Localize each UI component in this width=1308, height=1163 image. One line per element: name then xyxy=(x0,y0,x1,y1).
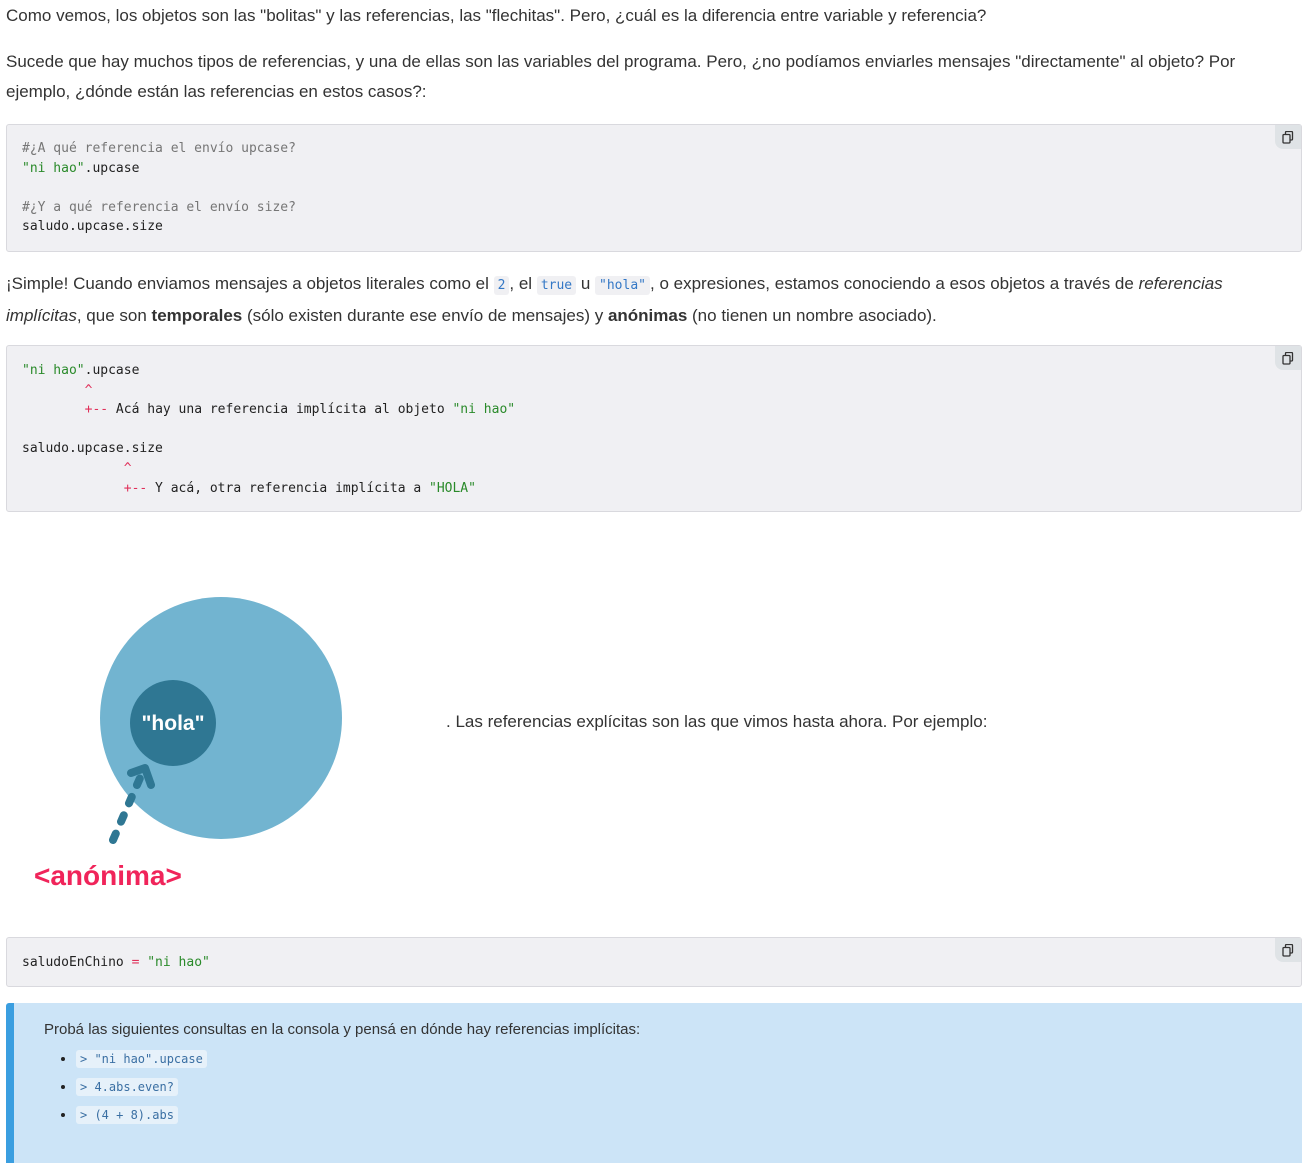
text: , o expresiones, estamos conociendo a es… xyxy=(650,274,1139,293)
code-content: #¿A qué referencia el envío upcase? "ni … xyxy=(22,139,1286,237)
list-item: > "ni hao".upcase xyxy=(76,1045,1302,1073)
code-caret: ^ xyxy=(84,382,93,398)
code-string: "ni hao" xyxy=(22,363,85,378)
code-block-3: saludoEnChino = "ni hao" xyxy=(6,937,1302,987)
inline-code: "hola" xyxy=(595,276,650,295)
paragraph-intro: Como vemos, los objetos son las "bolitas… xyxy=(6,6,987,25)
code-content: saludoEnChino = "ni hao" xyxy=(22,953,1286,973)
copy-icon xyxy=(1282,351,1294,365)
code-note: Acá hay una referencia implícita al obje… xyxy=(108,402,453,418)
reference-diagram: "hola" <anónima> xyxy=(34,597,342,891)
console-query[interactable]: > "ni hao".upcase xyxy=(76,1050,207,1068)
code-method: .upcase xyxy=(84,363,140,378)
console-query[interactable]: > 4.abs.even? xyxy=(76,1078,178,1096)
hola-label: "hola" xyxy=(141,712,204,735)
code-string: "HOLA" xyxy=(429,480,476,496)
code-string: "ni hao" xyxy=(22,160,85,176)
text: (no tienen un nombre asociado). xyxy=(687,306,937,325)
code-caret: ^ xyxy=(123,460,132,476)
paragraph-question: Sucede que hay muchos tipos de referenci… xyxy=(6,52,1236,101)
code-block-2: "ni hao".upcase ^ +-- Acá hay una refere… xyxy=(6,345,1302,512)
console-query[interactable]: > (4 + 8).abs xyxy=(76,1106,178,1124)
code-comment: #¿Y a qué referencia el envío size? xyxy=(22,199,296,215)
list-item: > (4 + 8).abs xyxy=(76,1101,1302,1129)
text: , el xyxy=(509,274,537,293)
text: , que son xyxy=(76,306,152,325)
code-string: "ni hao" xyxy=(147,955,210,970)
exercise-callout: Probá las siguientes consultas en la con… xyxy=(6,1003,1302,1163)
code-block-1: #¿A qué referencia el envío upcase? "ni … xyxy=(6,124,1302,252)
query-list: > "ni hao".upcase > 4.abs.even? > (4 + 8… xyxy=(44,1045,1302,1129)
paragraph-explicit: . Las referencias explícitas son las que… xyxy=(446,712,988,731)
code-note: Y acá, otra referencia implícita a xyxy=(147,480,429,496)
code-method: .upcase xyxy=(84,160,140,176)
code-operator: = xyxy=(123,955,148,970)
text: ¡Simple! Cuando enviamos mensajes a obje… xyxy=(6,274,494,293)
code-variable: saludoEnChino xyxy=(22,955,124,970)
code-string: "ni hao" xyxy=(452,402,516,418)
copy-icon xyxy=(1282,130,1294,144)
callout-title: Probá las siguientes consultas en la con… xyxy=(44,1021,641,1038)
code-line: saludo.upcase.size xyxy=(22,441,163,457)
bold-text: anónimas xyxy=(607,306,688,325)
bold-text: temporales xyxy=(151,306,243,325)
code-comment: #¿A qué referencia el envío upcase? xyxy=(22,141,296,156)
copy-button[interactable] xyxy=(1275,346,1301,370)
anonymous-reference-label: <anónima> xyxy=(34,860,182,891)
copy-button[interactable] xyxy=(1275,938,1301,962)
code-content: "ni hao".upcase ^ +-- Acá hay una refere… xyxy=(22,361,1286,498)
text: (sólo existen durante ese envío de mensa… xyxy=(242,306,608,325)
code-line: saludo.upcase.size xyxy=(22,219,163,235)
inline-code: true xyxy=(536,276,577,295)
code-arrow: +-- xyxy=(123,480,148,496)
list-item: > 4.abs.even? xyxy=(76,1073,1302,1101)
copy-button[interactable] xyxy=(1275,125,1301,149)
inline-code: 2 xyxy=(493,276,510,295)
text: u xyxy=(576,274,596,293)
paragraph-simple: ¡Simple! Cuando enviamos mensajes a obje… xyxy=(6,269,1302,331)
code-arrow: +-- xyxy=(84,402,109,418)
copy-icon xyxy=(1282,943,1294,957)
